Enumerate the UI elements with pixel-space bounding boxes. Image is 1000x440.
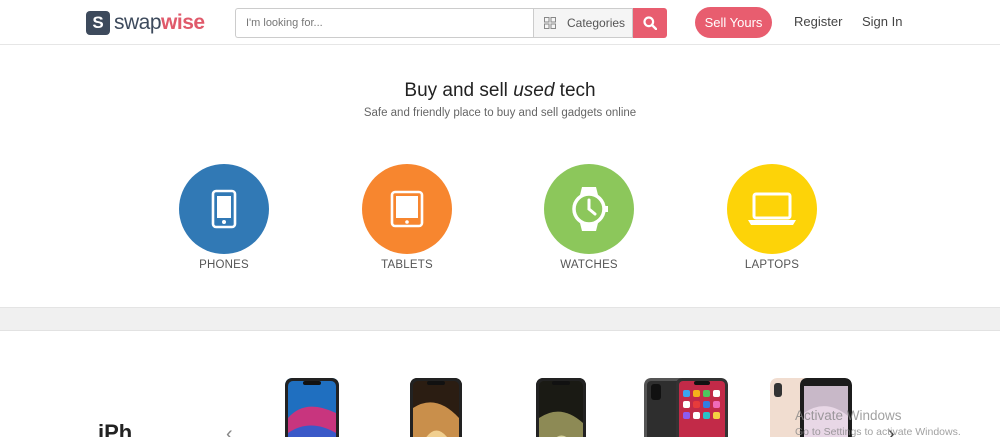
watermark-line-1: Activate Windows [795,408,902,423]
windows-activation-watermark: Activate Windows Go to Settings to activ… [795,408,961,440]
category-phones[interactable]: PHONES [164,164,284,271]
phone-screen-image [410,378,462,437]
categories-label: Categories [567,16,626,30]
register-link[interactable]: Register [794,14,842,29]
category-laptops-label: LAPTOPS [744,259,800,271]
watch-icon [572,187,608,231]
top-navigation-bar: S swapwise Categories Sell Yours Registe… [0,0,1000,45]
category-watches[interactable]: WATCHES [529,164,649,271]
category-watches-label: WATCHES [560,259,618,271]
category-tablets-circle[interactable] [362,164,452,254]
laptop-icon [748,192,796,225]
logo-text: swapwise [114,11,205,35]
carousel-prev-arrow-icon[interactable]: ‹ [226,423,233,437]
category-tablets[interactable]: TABLETS [347,164,467,271]
category-laptops-circle[interactable] [727,164,817,254]
product-section-title: iPh [98,420,133,437]
category-watches-circle[interactable] [544,164,634,254]
product-image-iphone-4[interactable] [644,378,728,437]
phone-icon [211,189,237,229]
category-phones-circle[interactable] [179,164,269,254]
sell-yours-button[interactable]: Sell Yours [695,7,772,38]
search-icon [643,16,657,30]
search-bar: Categories [235,8,667,38]
category-tablets-label: TABLETS [381,259,433,271]
hero-title-post: tech [554,80,596,101]
search-input[interactable] [235,8,533,38]
search-button[interactable] [633,8,667,38]
hero-title-emphasis: used [513,80,555,101]
phone-screen-image [536,378,586,437]
hero-section: Buy and sell used tech Safe and friendly… [0,46,1000,308]
phone-screen-image [644,378,728,437]
product-image-iphone-2[interactable] [410,378,462,437]
tablet-icon [390,190,424,228]
category-phones-label: PHONES [199,259,249,271]
logo-text-swap: swap [114,11,162,34]
product-image-iphone-1[interactable] [285,378,339,437]
logo-text-wise: wise [161,11,205,34]
hero-title: Buy and sell used tech [0,80,1000,102]
watermark-line-2: Go to Settings to activate Windows. [795,426,961,438]
grid-icon [544,17,556,29]
swapwise-logo[interactable]: S swapwise [86,10,205,36]
sign-in-link[interactable]: Sign In [862,14,902,29]
categories-dropdown[interactable]: Categories [533,8,633,38]
logo-mark-icon: S [86,11,110,35]
product-image-iphone-3[interactable] [536,378,586,437]
phone-screen-image [285,378,339,437]
hero-title-pre: Buy and sell [404,80,514,101]
hero-subtitle: Safe and friendly place to buy and sell … [363,107,637,119]
category-laptops[interactable]: LAPTOPS [712,164,832,271]
section-divider-band [0,308,1000,331]
